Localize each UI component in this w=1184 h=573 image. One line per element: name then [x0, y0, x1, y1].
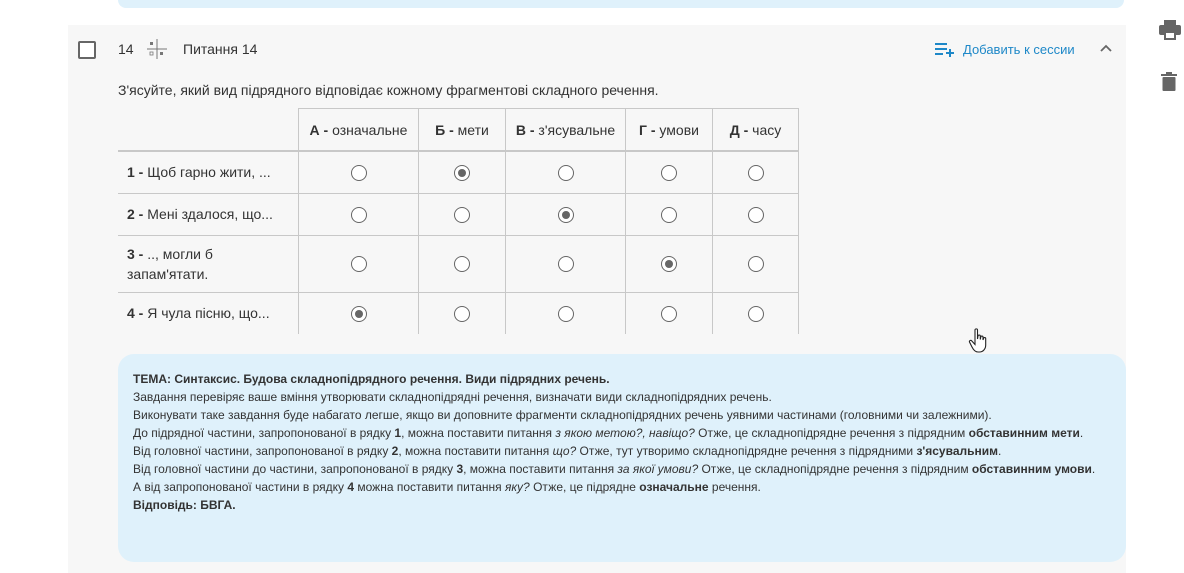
grid-cell — [298, 193, 419, 236]
playlist-add-icon — [935, 43, 954, 57]
explanation-topic: ТЕМА: Синтаксис. Будова складнопідрядног… — [133, 372, 610, 386]
grid-cell — [418, 151, 506, 194]
radio-button[interactable] — [454, 164, 470, 181]
grid-cell — [625, 235, 713, 293]
row-number: 4 - — [127, 305, 144, 322]
row-number: 3 - — [127, 245, 144, 262]
radio-button[interactable] — [661, 256, 677, 273]
radio-button[interactable] — [454, 206, 470, 223]
grid-row: 2 - Мені здалося, що... — [118, 193, 799, 236]
grid-cell — [712, 292, 799, 334]
trash-icon[interactable] — [1161, 72, 1177, 91]
add-to-session-label: Добавить к сессии — [963, 41, 1075, 57]
radio-button[interactable] — [454, 256, 470, 273]
radio-button[interactable] — [350, 206, 367, 223]
grid-row: 3 - .., могли б запам'ятати. — [118, 235, 799, 293]
grid-corner-cell — [118, 108, 299, 152]
grid-row-label: 1 - Щоб гарно жити, ... — [118, 151, 299, 194]
explanation-line-4: Від головної частини, запропонованої в р… — [133, 444, 1002, 458]
radio-button[interactable] — [350, 305, 367, 322]
column-label: умови — [655, 121, 699, 138]
radio-button[interactable] — [747, 305, 764, 322]
radio-button[interactable] — [747, 256, 764, 273]
print-icon[interactable] — [1159, 20, 1181, 40]
grid-cell — [505, 235, 626, 293]
grid-cell — [298, 292, 419, 334]
row-text: Мені здалося, що... — [143, 206, 273, 222]
column-header-b: Б - мети — [418, 108, 506, 152]
grid-cell — [505, 292, 626, 334]
explanation-line-1: Завдання перевіряє ваше вміння утворюват… — [133, 390, 772, 404]
column-label: часу — [748, 121, 782, 138]
question-title: Питання 14 — [183, 41, 258, 57]
grid-cell — [418, 193, 506, 236]
radio-button[interactable] — [747, 206, 764, 223]
grid-cell — [625, 151, 713, 194]
row-number: 1 - — [127, 164, 144, 181]
grid-cell — [505, 151, 626, 194]
explanation-line-5: Від головної частини до частини, запропо… — [133, 462, 1096, 476]
grid-cell — [625, 292, 713, 334]
previous-explanation-panel — [118, 0, 1124, 8]
radio-button[interactable] — [557, 305, 574, 322]
column-header-v: В - з'ясувальне — [505, 108, 626, 152]
grid-cell — [418, 292, 506, 334]
column-letter: Г - — [639, 121, 656, 138]
column-label: означальне — [328, 121, 408, 138]
column-label: з'ясувальне — [534, 121, 616, 138]
grid-cell — [298, 235, 419, 293]
grid-row-label: 2 - Мені здалося, що... — [118, 193, 299, 236]
radio-button[interactable] — [661, 305, 677, 322]
radio-button[interactable] — [661, 206, 677, 223]
grid-row: 4 - Я чула пісню, що... — [118, 292, 799, 334]
radio-button[interactable] — [661, 164, 677, 181]
grid-row-label: 4 - Я чула пісню, що... — [118, 292, 299, 334]
column-letter: А - — [309, 121, 329, 138]
grid-row: 1 - Щоб гарно жити, ... — [118, 151, 799, 194]
row-text: Щоб гарно жити, ... — [143, 164, 271, 181]
matching-grid: А - означальне Б - мети В - з'ясувальне … — [118, 108, 799, 334]
grid-cell — [298, 151, 419, 194]
grid-cell — [712, 235, 799, 293]
column-letter: В - — [515, 121, 535, 138]
grid-cell — [418, 235, 506, 293]
explanation-line-6: А від запропонованої частини в рядку 4 м… — [133, 480, 761, 494]
question-number: 14 — [118, 41, 134, 57]
grid-row-label: 3 - .., могли б запам'ятати. — [118, 235, 299, 293]
hand-cursor-icon — [968, 328, 987, 353]
explanation-answer: Відповідь: БВГА. — [133, 498, 236, 512]
row-number: 2 - — [127, 206, 144, 222]
question-select-checkbox[interactable] — [78, 41, 96, 59]
column-letter: Б - — [435, 121, 454, 138]
radio-button[interactable] — [557, 164, 574, 181]
question-prompt: З'ясуйте, який вид підрядного відповідає… — [118, 82, 659, 98]
column-header-g: Г - умови — [625, 108, 713, 152]
grid-cell — [712, 193, 799, 236]
radio-button[interactable] — [350, 256, 367, 273]
radio-button[interactable] — [454, 305, 470, 322]
grid-cell — [712, 151, 799, 194]
explanation-line-2: Виконувати таке завдання буде набагато л… — [133, 408, 992, 422]
column-letter: Д - — [729, 121, 749, 138]
grid-header-row: А - означальне Б - мети В - з'ясувальне … — [118, 108, 799, 152]
radio-button[interactable] — [557, 206, 574, 223]
add-to-session-button[interactable]: Добавить к сессии — [935, 41, 1075, 57]
explanation-line-3: До підрядної частини, запропонованої в р… — [133, 426, 1084, 440]
radio-button[interactable] — [350, 164, 367, 181]
column-header-d: Д - часу — [712, 108, 799, 152]
radio-button[interactable] — [557, 256, 574, 273]
grid-cell — [505, 193, 626, 236]
matching-grid-icon — [147, 39, 167, 59]
column-label: мети — [453, 121, 489, 138]
radio-button[interactable] — [747, 164, 764, 181]
chevron-up-icon[interactable] — [1099, 43, 1113, 53]
explanation-panel: ТЕМА: Синтаксис. Будова складнопідрядног… — [118, 354, 1126, 562]
column-header-a: А - означальне — [298, 108, 419, 152]
row-text: Я чула пісню, що... — [143, 305, 270, 322]
grid-cell — [625, 193, 713, 236]
